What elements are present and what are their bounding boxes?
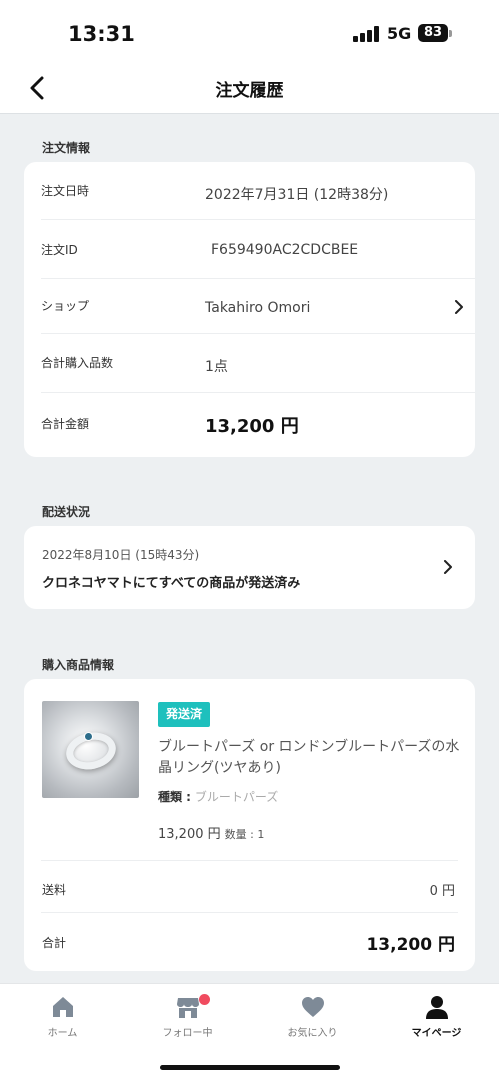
order-date-value: 2022年7月31日 (12時38分) — [205, 187, 389, 203]
shipping-heading: 配送状況 — [42, 505, 91, 519]
notification-dot — [199, 994, 210, 1005]
order-info-heading: 注文情報 — [42, 141, 91, 155]
tab-following[interactable]: フォロー中 — [125, 994, 250, 1044]
order-total-label: 合計 — [42, 936, 67, 950]
product-price: 13,200 円 — [158, 827, 221, 842]
shipping-status: クロネコヤマトにてすべての商品が発送済み — [42, 576, 301, 591]
shipping-card[interactable]: 2022年8月10日 (15時43分) クロネコヤマトにてすべての商品が発送済み — [24, 526, 475, 609]
shop-label: ショップ — [41, 299, 90, 313]
total-amount-row: 合計金額 13,200 円 — [41, 393, 475, 457]
item-count-row: 合計購入品数 1点 — [41, 334, 475, 393]
network-type: 5G — [387, 24, 412, 43]
order-total-value: 13,200 円 — [366, 935, 455, 955]
page-title: 注文履歴 — [215, 81, 284, 101]
status-badge: 発送済 — [158, 702, 211, 727]
product-kind: 種類 : ブルートパーズ — [158, 788, 278, 805]
divider — [41, 912, 458, 913]
battery-tip — [449, 30, 452, 37]
product-quantity: 数量 : 1 — [224, 828, 265, 841]
total-amount-value: 13,200 円 — [205, 416, 299, 437]
order-date-label: 注文日時 — [41, 184, 90, 198]
gem-shape — [84, 732, 93, 741]
purchased-heading: 購入商品情報 — [42, 658, 115, 672]
tab-favorites[interactable]: お気に入り — [250, 994, 375, 1044]
tab-following-label: フォロー中 — [162, 1028, 213, 1039]
tab-home[interactable]: ホーム — [0, 994, 125, 1044]
product-image[interactable] — [42, 701, 139, 798]
shipping-date: 2022年8月10日 (15時43分) — [42, 548, 200, 562]
home-icon — [52, 997, 73, 1017]
home-indicator — [160, 1065, 340, 1070]
item-count-value: 1点 — [205, 359, 228, 375]
order-id-value: F659490AC2CDCBEE — [211, 242, 359, 258]
order-info-card: 注文日時 2022年7月31日 (12時38分) 注文ID F659490AC2… — [24, 162, 475, 457]
product-kind-value: ブルートパーズ — [194, 790, 279, 804]
tab-home-label: ホーム — [47, 1028, 78, 1039]
purchased-card: 発送済 ブルートパーズ or ロンドンブルートパーズの水晶リング(ツヤあり) 種… — [24, 679, 475, 971]
tab-mypage[interactable]: マイページ — [374, 994, 499, 1044]
tab-mypage-label: マイページ — [411, 1028, 462, 1039]
store-icon — [176, 998, 199, 1018]
signal-icon — [353, 26, 379, 42]
product-price-line: 13,200 円数量 : 1 — [158, 823, 264, 842]
shop-row[interactable]: ショップ Takahiro Omori — [41, 279, 475, 334]
shipping-fee-label: 送料 — [42, 883, 67, 897]
shop-name: Takahiro Omori — [205, 300, 311, 316]
heart-icon — [301, 997, 324, 1017]
tab-favorites-label: お気に入り — [287, 1028, 338, 1039]
status-time: 13:31 — [68, 22, 135, 46]
chevron-right-icon — [444, 560, 452, 574]
item-count-label: 合計購入品数 — [41, 356, 114, 370]
product-name[interactable]: ブルートパーズ or ロンドンブルートパーズの水晶リング(ツヤあり) — [158, 737, 463, 779]
chevron-right-icon — [455, 300, 463, 314]
shipping-fee-value: 0 円 — [429, 884, 455, 899]
battery-icon: 83 — [418, 24, 448, 42]
product-kind-label: 種類 : — [158, 790, 191, 804]
person-icon — [425, 996, 448, 1019]
status-bar: 13:31 5G 83 — [0, 0, 499, 62]
order-id-row: 注文ID F659490AC2CDCBEE — [41, 220, 475, 279]
divider — [41, 860, 458, 861]
order-id-label: 注文ID — [41, 243, 78, 257]
order-date-row: 注文日時 2022年7月31日 (12時38分) — [41, 162, 475, 220]
navigation-bar: 注文履歴 — [0, 62, 499, 114]
total-amount-label: 合計金額 — [41, 417, 90, 431]
